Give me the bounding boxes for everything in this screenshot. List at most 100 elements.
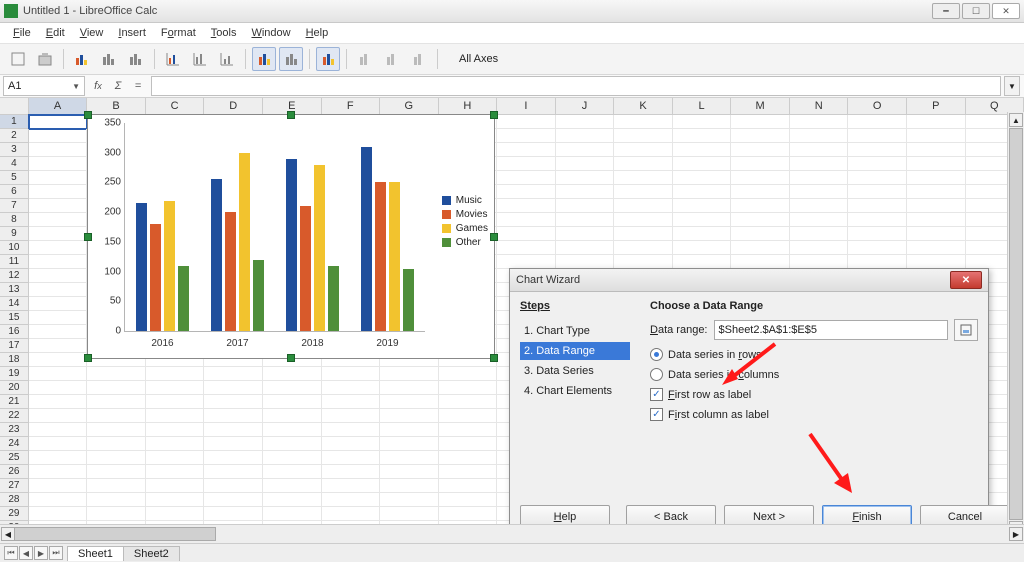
cell[interactable]: [673, 199, 732, 213]
cell[interactable]: [322, 465, 381, 479]
cell[interactable]: [204, 381, 263, 395]
tb-icon-1[interactable]: [6, 47, 30, 71]
cell[interactable]: [263, 409, 322, 423]
cell[interactable]: [731, 171, 790, 185]
cell[interactable]: [87, 437, 146, 451]
cell[interactable]: [790, 115, 849, 129]
cell[interactable]: [848, 171, 907, 185]
cell[interactable]: [790, 171, 849, 185]
cell[interactable]: [556, 241, 615, 255]
cell[interactable]: [439, 395, 498, 409]
cell[interactable]: [87, 493, 146, 507]
column-header[interactable]: G: [380, 98, 439, 114]
sheet-tab-sheet1[interactable]: Sheet1: [67, 546, 124, 561]
cell[interactable]: [439, 507, 498, 521]
row-header[interactable]: 4: [0, 157, 29, 171]
cell[interactable]: [848, 213, 907, 227]
cell[interactable]: [146, 451, 205, 465]
column-header[interactable]: L: [673, 98, 732, 114]
scroll-thumb[interactable]: [1009, 128, 1023, 520]
cell[interactable]: [790, 227, 849, 241]
menu-edit[interactable]: Edit: [39, 25, 72, 41]
tb-icon-9[interactable]: [252, 47, 276, 71]
cell[interactable]: [29, 157, 88, 171]
cell[interactable]: [263, 451, 322, 465]
row-header[interactable]: 14: [0, 297, 29, 311]
radio-series-columns[interactable]: Data series in columns: [650, 368, 978, 381]
cell[interactable]: [556, 115, 615, 129]
cell[interactable]: [497, 227, 556, 241]
cell[interactable]: [263, 479, 322, 493]
name-box[interactable]: A1 ▼: [3, 76, 85, 96]
cell[interactable]: [29, 255, 88, 269]
row-header[interactable]: 3: [0, 143, 29, 157]
cell[interactable]: [439, 493, 498, 507]
cell[interactable]: [614, 143, 673, 157]
cell[interactable]: [497, 213, 556, 227]
cell[interactable]: [556, 171, 615, 185]
row-header[interactable]: 15: [0, 311, 29, 325]
tb-icon-5[interactable]: [124, 47, 148, 71]
cell[interactable]: [556, 185, 615, 199]
cell[interactable]: [146, 381, 205, 395]
cell[interactable]: [87, 367, 146, 381]
row-header[interactable]: 6: [0, 185, 29, 199]
cell[interactable]: [556, 227, 615, 241]
row-header[interactable]: 25: [0, 451, 29, 465]
cell[interactable]: [614, 129, 673, 143]
row-header[interactable]: 11: [0, 255, 29, 269]
row-header[interactable]: 23: [0, 423, 29, 437]
row-header[interactable]: 1: [0, 115, 29, 129]
minimize-button[interactable]: ━: [932, 3, 960, 19]
column-header[interactable]: B: [87, 98, 146, 114]
cell[interactable]: [322, 367, 381, 381]
cell[interactable]: [614, 171, 673, 185]
cell[interactable]: [731, 157, 790, 171]
cell[interactable]: [263, 437, 322, 451]
tb-icon-12[interactable]: [353, 47, 377, 71]
tb-icon-10[interactable]: [279, 47, 303, 71]
cell[interactable]: [322, 493, 381, 507]
spreadsheet-grid[interactable]: ABCDEFGHIJKLMNOPQ 1234567891011121314151…: [0, 98, 1024, 524]
fx-icon[interactable]: fx: [89, 77, 107, 95]
cell[interactable]: [790, 213, 849, 227]
cell[interactable]: [29, 185, 88, 199]
cell[interactable]: [87, 507, 146, 521]
cell[interactable]: [907, 171, 966, 185]
column-header[interactable]: C: [146, 98, 205, 114]
cell[interactable]: [907, 227, 966, 241]
cell[interactable]: [673, 255, 732, 269]
cell[interactable]: [848, 199, 907, 213]
menu-file[interactable]: File: [6, 25, 38, 41]
cell[interactable]: [380, 409, 439, 423]
cell[interactable]: [204, 409, 263, 423]
cell[interactable]: [322, 423, 381, 437]
axes-dropdown[interactable]: All Axes: [450, 51, 507, 67]
row-header[interactable]: 13: [0, 283, 29, 297]
cell[interactable]: [263, 395, 322, 409]
cell[interactable]: [29, 381, 88, 395]
step-data-range[interactable]: 2. Data Range: [520, 342, 630, 360]
cell[interactable]: [907, 185, 966, 199]
tb-icon-11[interactable]: [316, 47, 340, 71]
help-button[interactable]: Help: [520, 505, 610, 524]
tb-icon-8[interactable]: [215, 47, 239, 71]
row-header[interactable]: 16: [0, 325, 29, 339]
cell[interactable]: [29, 409, 88, 423]
cell[interactable]: [322, 409, 381, 423]
cell[interactable]: [29, 395, 88, 409]
cell[interactable]: [848, 129, 907, 143]
cell[interactable]: [29, 465, 88, 479]
cell[interactable]: [848, 115, 907, 129]
column-header[interactable]: O: [848, 98, 907, 114]
cell[interactable]: [29, 283, 88, 297]
cell[interactable]: [322, 395, 381, 409]
cell[interactable]: [380, 451, 439, 465]
menu-window[interactable]: Window: [244, 25, 297, 41]
scroll-left-icon[interactable]: ◀: [1, 527, 15, 541]
cell[interactable]: [29, 297, 88, 311]
cell[interactable]: [439, 451, 498, 465]
row-header[interactable]: 26: [0, 465, 29, 479]
cell[interactable]: [673, 185, 732, 199]
cell[interactable]: [673, 227, 732, 241]
